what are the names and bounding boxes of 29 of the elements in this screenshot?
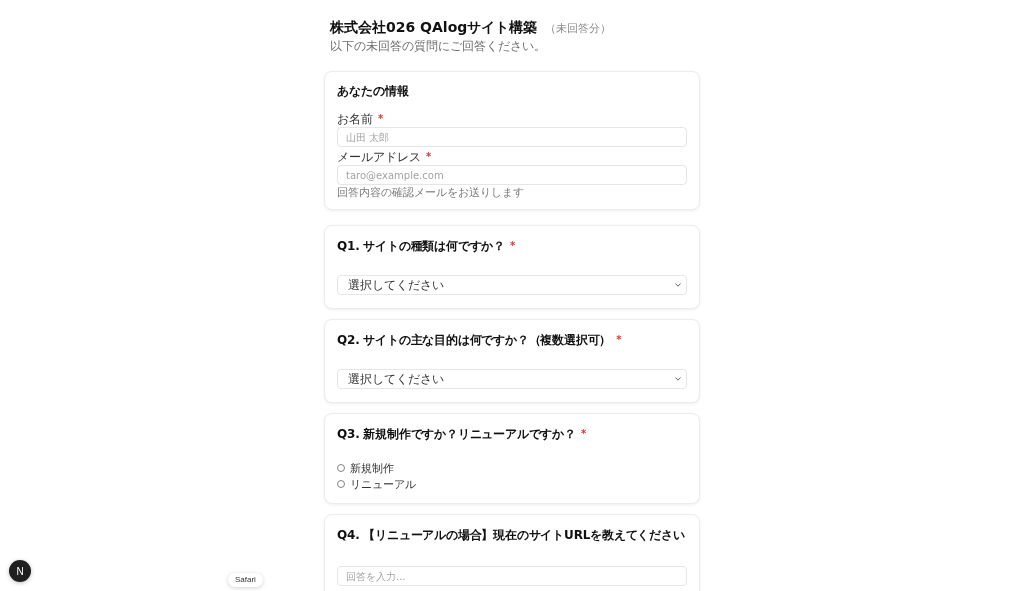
required-mark: * bbox=[426, 150, 432, 164]
tooltip: Safari bbox=[228, 573, 263, 587]
radio-icon[interactable] bbox=[337, 464, 345, 472]
section-title: あなたの情報 bbox=[337, 84, 410, 99]
question-text: Q1. サイトの種類は何ですか？ bbox=[337, 238, 506, 254]
chevron-down-icon bbox=[675, 377, 681, 381]
dev-tools-button[interactable]: N bbox=[9, 560, 31, 582]
input-field[interactable]: 回答を入力... bbox=[337, 566, 687, 586]
select-field[interactable]: 選択してください bbox=[337, 275, 687, 295]
question-text: Q3. 新規制作ですか？リニューアルですか？ bbox=[337, 426, 576, 442]
page-subtitle: 以下の未回答の質問にご回答ください。 bbox=[330, 39, 547, 53]
question-text: Q2. サイトの主な目的は何ですか？（複数選択可） bbox=[337, 332, 612, 348]
radio-option[interactable]: 新規制作 bbox=[337, 461, 394, 475]
radio-icon[interactable] bbox=[337, 480, 345, 488]
required-mark: * bbox=[510, 239, 516, 253]
input-field[interactable]: 山田 太郎 bbox=[337, 127, 687, 147]
required-mark: * bbox=[378, 112, 384, 126]
required-mark: * bbox=[580, 427, 586, 441]
chevron-down-icon bbox=[675, 283, 681, 287]
select-field[interactable]: 選択してください bbox=[337, 369, 687, 389]
field-label: お名前 bbox=[337, 112, 373, 126]
field-label: メールアドレス bbox=[337, 150, 421, 164]
required-mark: * bbox=[616, 333, 622, 347]
radio-option[interactable]: リニューアル bbox=[337, 477, 416, 491]
status-note: （未回答分） bbox=[545, 21, 612, 36]
input-field[interactable]: taro@example.com bbox=[337, 165, 687, 185]
page-title: 株式会社026 QAlogサイト構築 bbox=[330, 18, 538, 36]
question-text: Q4. 【リニューアルの場合】現在のサイトURLを教えてください bbox=[337, 527, 685, 543]
field-hint: 回答内容の確認メールをお送りします bbox=[337, 186, 525, 200]
